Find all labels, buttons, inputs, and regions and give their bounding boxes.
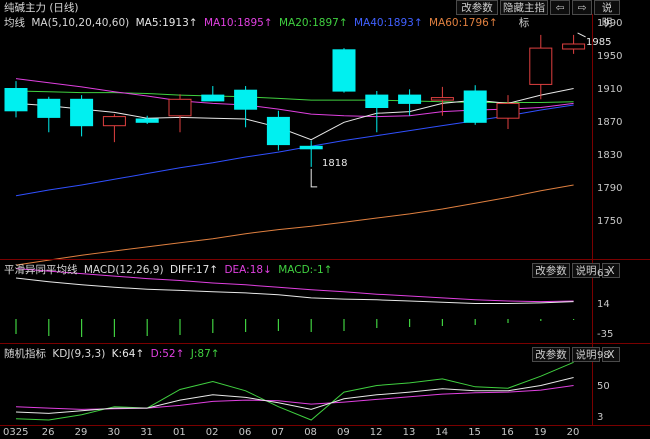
date-label: 16 <box>501 427 514 438</box>
kdj-tick: 50 <box>597 381 610 392</box>
low-price-label: 1818 <box>322 158 348 169</box>
date-label: 15 <box>468 427 481 438</box>
date-label: 19 <box>533 427 547 438</box>
date-label: 01 <box>173 427 186 438</box>
candle-body <box>299 145 323 150</box>
candle-body <box>529 47 553 85</box>
macd-tick: 63 <box>597 268 610 279</box>
k-line <box>15 377 574 414</box>
date-label: 0325 <box>3 427 29 438</box>
macd-name: 平滑异同平均线 <box>4 264 78 276</box>
candle-body <box>135 118 159 123</box>
high-marker <box>577 32 586 38</box>
candle-body <box>430 97 454 101</box>
ma20-line <box>15 90 574 103</box>
date-label: 13 <box>402 427 416 438</box>
date-label: 12 <box>369 427 383 438</box>
date-label: 30 <box>107 427 121 438</box>
macd-help-button[interactable]: 说明 <box>572 263 600 278</box>
high-price-label: 1985 <box>586 37 612 48</box>
date-label: 09 <box>337 427 350 438</box>
candle-body <box>562 43 586 50</box>
d-value: D:52↑ <box>150 348 185 360</box>
date-label: 31 <box>140 427 153 438</box>
candle-body <box>37 98 61 118</box>
low-marker <box>310 168 318 188</box>
kdj-tick: 3 <box>597 412 604 423</box>
candle-body <box>201 94 225 102</box>
k-value: K:64↑ <box>111 348 145 360</box>
dea-value: DEA:18↓ <box>224 264 272 276</box>
kdj-legend: 随机指标 KDJ(9,3,3) K:64↑ D:52↑ J:87↑ <box>4 347 220 361</box>
ma40-line <box>15 104 574 197</box>
kdj-name: 随机指标 <box>4 348 46 360</box>
candle-body <box>332 49 356 92</box>
date-label: 07 <box>271 427 285 438</box>
kdj-params: KDJ(9,3,3) <box>52 348 106 360</box>
candle-body <box>496 102 520 119</box>
panel-divider <box>0 343 650 344</box>
macd-params: MACD(12,26,9) <box>83 264 164 276</box>
candle-body <box>463 90 487 123</box>
date-label: 02 <box>205 427 219 438</box>
candle-body <box>70 98 94 127</box>
axis-divider <box>592 14 593 425</box>
macd-legend: 平滑异同平均线 MACD(12,26,9) DIFF:17↑ DEA:18↓ M… <box>4 263 332 277</box>
j-value: J:87↑ <box>190 348 220 360</box>
candle-body <box>266 116 290 146</box>
date-label: 08 <box>304 427 317 438</box>
diff-value: DIFF:17↑ <box>169 264 219 276</box>
kdj-edit-params-button[interactable]: 改参数 <box>532 347 570 362</box>
date-label: 14 <box>435 427 449 438</box>
macd-edit-params-button[interactable]: 改参数 <box>532 263 570 278</box>
date-label: 20 <box>566 427 580 438</box>
panel-divider <box>0 425 650 426</box>
candle-body <box>102 116 126 127</box>
macd-tick: -35 <box>597 329 614 340</box>
diff-line <box>15 277 574 304</box>
candle-body <box>234 89 258 110</box>
date-label: 26 <box>41 427 55 438</box>
ma60-line <box>15 184 574 266</box>
panel-divider <box>0 259 650 260</box>
candle-body <box>4 88 28 112</box>
kdj-help-button[interactable]: 说明 <box>572 347 600 362</box>
kdj-tick: 98 <box>597 350 610 361</box>
ma5-line <box>15 88 574 141</box>
date-label: 29 <box>74 427 88 438</box>
candle-body <box>168 98 192 117</box>
macd-value: MACD:-1↑ <box>278 264 333 276</box>
candle-body <box>365 94 389 108</box>
price-chart[interactable] <box>0 0 650 439</box>
macd-tick: 14 <box>597 299 610 310</box>
date-label: 06 <box>238 427 252 438</box>
candle-body <box>398 94 422 104</box>
